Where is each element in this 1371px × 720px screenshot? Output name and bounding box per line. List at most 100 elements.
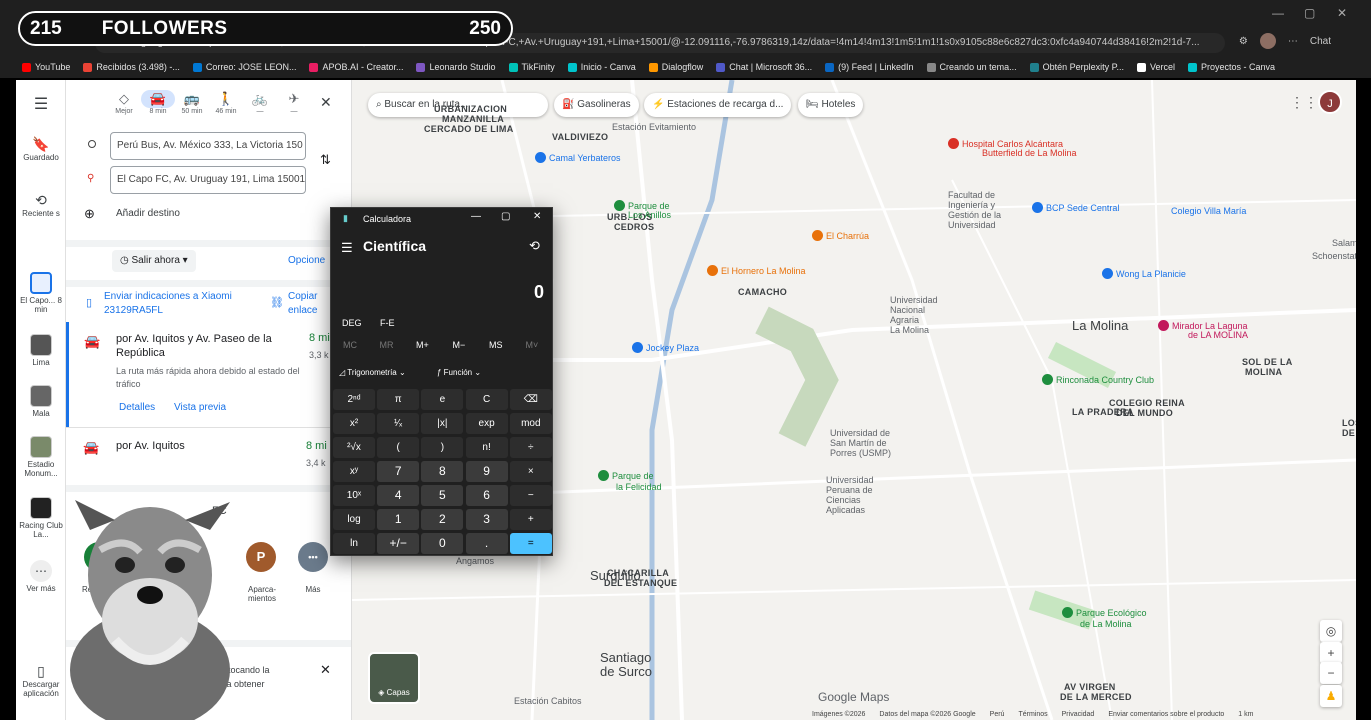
calc-key[interactable]: ) xyxy=(421,437,464,458)
bookmark-item[interactable]: Obtén Perplexity P... xyxy=(1029,62,1124,72)
minimize-icon[interactable]: — xyxy=(1272,6,1284,20)
calc-key[interactable]: e xyxy=(421,389,464,410)
close-icon[interactable]: ✕ xyxy=(320,94,332,111)
preview-link[interactable]: Vista previa xyxy=(174,402,226,413)
map-place-pin[interactable]: de La Molina xyxy=(1066,619,1132,629)
chip-gas-stations[interactable]: ⛽ Gasolineras xyxy=(554,93,639,117)
saved-button[interactable]: 🔖 Guardado xyxy=(16,136,66,162)
map-place-pin[interactable]: Colegio Villa María xyxy=(1157,206,1246,216)
calc-key[interactable]: C xyxy=(465,389,508,410)
calc-key[interactable]: + xyxy=(509,509,552,530)
calc-key[interactable]: 0 xyxy=(421,533,464,554)
map-footer-item[interactable]: 1 km xyxy=(1238,711,1253,718)
depart-time-select[interactable]: ◷ Salir ahora ▾ xyxy=(112,250,196,272)
travel-mode-0[interactable]: ◇ Mejor xyxy=(112,90,136,115)
bookmark-item[interactable]: YouTube xyxy=(22,62,70,72)
calc-key[interactable]: 2 xyxy=(421,509,464,530)
map-footer-item[interactable]: Términos xyxy=(1018,711,1047,718)
details-link[interactable]: Detalles xyxy=(119,402,155,413)
map-place-pin[interactable]: BCP Sede Central xyxy=(1032,202,1119,213)
memory-button[interactable]: MC xyxy=(343,340,357,350)
history-icon[interactable]: ⟲ xyxy=(529,238,540,254)
send-to-phone-link[interactable]: Enviar indicaciones a Xiaomi 23129RA5FL xyxy=(104,290,244,318)
maximize-icon[interactable]: ▢ xyxy=(1304,6,1315,20)
bookmark-item[interactable]: Creando un tema... xyxy=(926,62,1017,72)
calc-minimize-icon[interactable]: — xyxy=(471,211,481,222)
recent-button[interactable]: ⟲ Reciente s xyxy=(16,192,66,218)
memory-button[interactable]: MR xyxy=(380,340,394,350)
map-place-pin[interactable]: de LA MOLINA xyxy=(1174,330,1248,340)
calc-key[interactable]: xʸ xyxy=(333,461,375,482)
layers-button[interactable]: ◈ Capas xyxy=(368,652,420,704)
map-place-pin[interactable]: Parque Ecológico xyxy=(1062,607,1147,618)
calc-key[interactable]: ( xyxy=(377,437,420,458)
bookmark-item[interactable]: Leonardo Studio xyxy=(416,62,496,72)
calc-key[interactable]: 5 xyxy=(421,485,464,506)
map-place-pin[interactable]: Jockey Plaza xyxy=(632,342,699,353)
map-footer-item[interactable]: Enviar comentarios sobre el producto xyxy=(1108,711,1224,718)
calc-key[interactable]: ÷ xyxy=(509,437,552,458)
add-icon[interactable]: ⊕ xyxy=(84,206,95,222)
calc-key[interactable]: ²√x xyxy=(333,437,375,458)
bookmark-item[interactable]: APOB.AI - Creator... xyxy=(309,62,403,72)
bookmark-item[interactable]: Chat | Microsoft 36... xyxy=(716,62,812,72)
map-place-pin[interactable]: la Felicidad xyxy=(602,482,662,492)
zoom-out-button[interactable]: − xyxy=(1320,662,1342,684)
calc-key[interactable]: × xyxy=(509,461,552,482)
map-place-pin[interactable]: El Charrúa xyxy=(812,230,869,241)
calc-key[interactable]: 4 xyxy=(377,485,420,506)
rail-item-estadio[interactable]: Estadio Monum... xyxy=(16,436,66,478)
map-place-pin[interactable]: Butterfield de La Molina xyxy=(968,148,1077,158)
copilot-chat-button[interactable]: Chat xyxy=(1310,36,1331,47)
map-place-pin[interactable]: Wong La Planicie xyxy=(1102,268,1186,279)
bookmark-item[interactable]: Correo: JOSE LEON... xyxy=(192,62,296,72)
menu-icon[interactable]: ☰ xyxy=(16,94,66,114)
extensions-icon[interactable]: ⚙ xyxy=(1239,36,1248,47)
rail-item-el-capo[interactable]: El Capo... 8 min xyxy=(16,272,66,314)
fe-button[interactable]: F-E xyxy=(380,318,395,328)
calc-key[interactable]: log xyxy=(333,509,375,530)
bookmark-item[interactable]: (9) Feed | LinkedIn xyxy=(825,62,914,72)
calc-key[interactable]: exp xyxy=(465,413,508,434)
bookmark-item[interactable]: Proyectos - Canva xyxy=(1188,62,1275,72)
pegman-icon[interactable]: ♟ xyxy=(1320,685,1342,707)
memory-button[interactable]: M+ xyxy=(416,340,429,350)
swap-icon[interactable]: ⇅ xyxy=(320,152,331,168)
bookmark-item[interactable]: Dialogflow xyxy=(648,62,703,72)
add-destination-link[interactable]: Añadir destino xyxy=(116,208,180,219)
travel-mode-2[interactable]: 🚌 50 min xyxy=(180,90,204,115)
chip-hotels[interactable]: 🛏 Hoteles xyxy=(798,93,864,117)
map-place-pin[interactable]: Los Anillos xyxy=(614,210,671,220)
map-footer-item[interactable]: Privacidad xyxy=(1062,711,1095,718)
bookmark-item[interactable]: TikFinity xyxy=(508,62,555,72)
destination-input[interactable]: El Capo FC, Av. Uruguay 191, Lima 15001 xyxy=(110,166,306,194)
memory-button[interactable]: M˅ xyxy=(526,340,539,350)
calc-close-icon[interactable]: ✕ xyxy=(533,211,541,222)
calc-key[interactable]: |x| xyxy=(421,413,464,434)
trigonometry-dropdown[interactable]: ◿ Trigonometría ⌄ xyxy=(339,368,406,377)
map-place-pin[interactable]: Camal Yerbateros xyxy=(535,152,621,163)
menu-icon[interactable]: ⋯ xyxy=(1288,36,1298,47)
rail-item-lima[interactable]: Lima xyxy=(16,334,66,367)
memory-button[interactable]: MS xyxy=(489,340,503,350)
map-place-pin[interactable]: Parque de xyxy=(598,470,654,481)
map-place-pin[interactable]: Rinconada Country Club xyxy=(1042,374,1154,385)
options-link[interactable]: Opcione xyxy=(288,255,325,266)
calc-key[interactable]: 2ⁿᵈ xyxy=(333,389,375,410)
profile-avatar[interactable] xyxy=(1259,33,1276,49)
user-avatar[interactable]: J xyxy=(1318,90,1342,114)
calc-key[interactable]: 7 xyxy=(377,461,420,482)
travel-mode-4[interactable]: 🚲 — xyxy=(248,90,272,115)
bookmark-item[interactable]: Inicio - Canva xyxy=(567,62,636,72)
calc-key[interactable]: π xyxy=(377,389,420,410)
angle-unit-button[interactable]: DEG xyxy=(342,318,362,328)
my-location-icon[interactable]: ◎ xyxy=(1320,620,1342,642)
calc-key[interactable]: ⌫ xyxy=(509,389,552,410)
rail-item-mala[interactable]: Mala xyxy=(16,385,66,418)
calc-key[interactable]: 1 xyxy=(377,509,420,530)
route-option[interactable]: 🚘 por Av. Iquitos y Av. Paseo de la Repú… xyxy=(66,322,351,427)
apps-icon[interactable]: ⋮⋮ xyxy=(1290,94,1318,111)
calc-key[interactable]: 6 xyxy=(465,485,508,506)
calc-key[interactable]: = xyxy=(509,533,552,554)
calc-key[interactable]: mod xyxy=(509,413,552,434)
